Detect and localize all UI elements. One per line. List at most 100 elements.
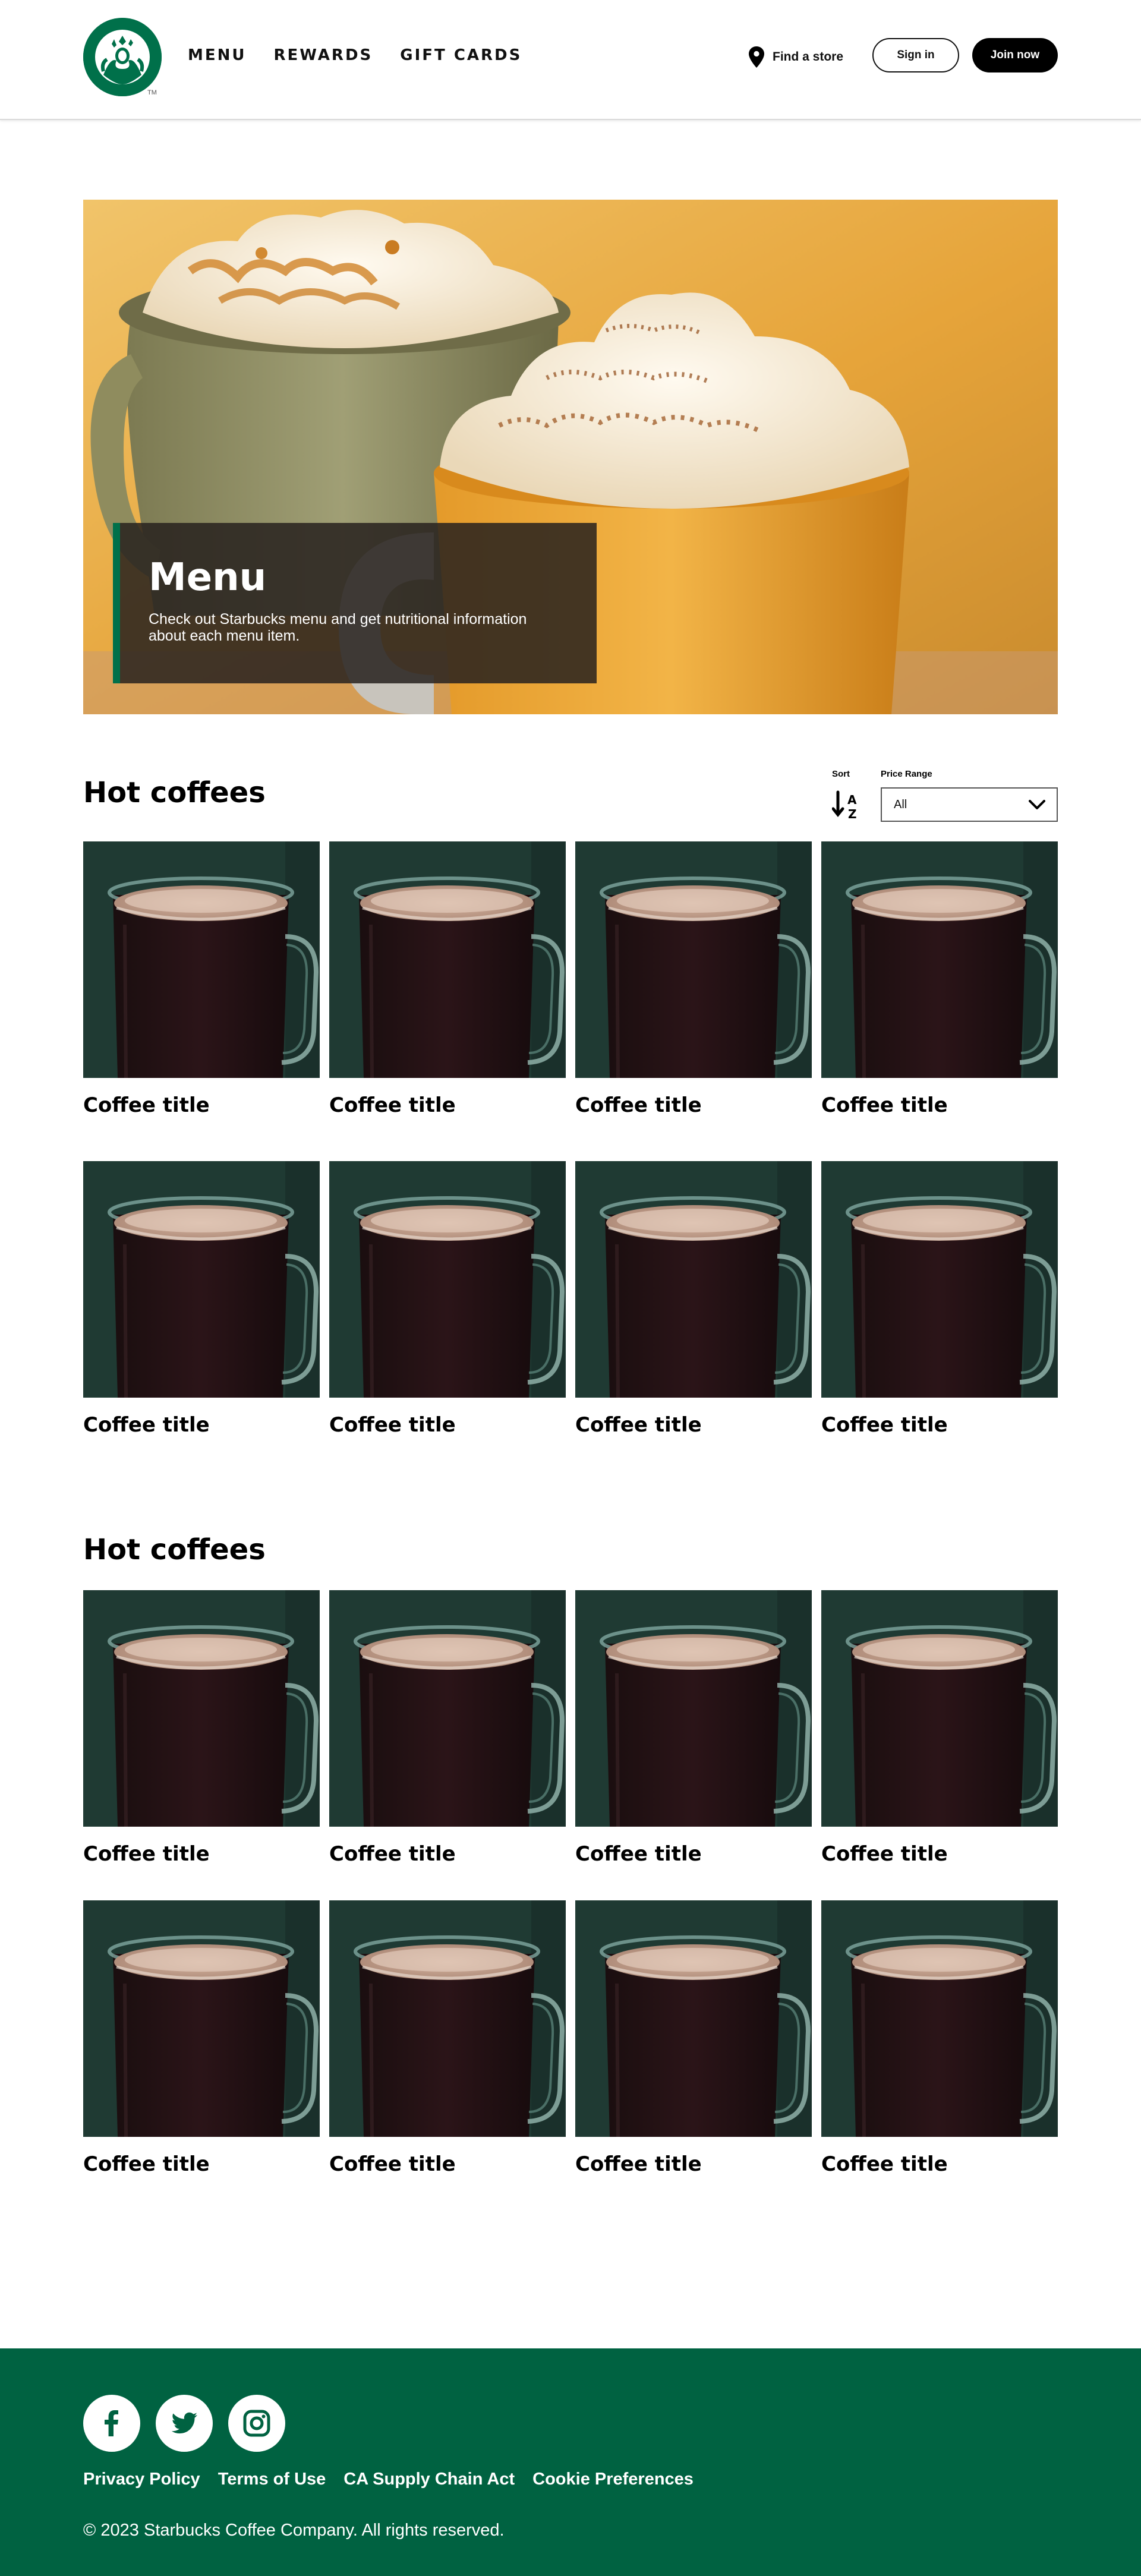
instagram-link[interactable] [228,2395,285,2452]
coffee-mug-icon [821,1590,1058,1827]
coffee-mug-icon [83,841,320,1078]
product-title[interactable]: Coffee title [329,1093,566,1117]
product-card[interactable]: Coffee title [83,1590,320,1866]
twitter-icon [171,2412,197,2434]
price-range-value: All [894,797,907,811]
twitter-link[interactable] [156,2395,213,2452]
coffee-mug-image[interactable] [821,1900,1058,2137]
product-card[interactable]: Coffee title [821,1590,1058,1866]
price-range-select[interactable]: All [881,787,1058,822]
coffee-mug-icon [83,1161,320,1398]
sign-in-button[interactable]: Sign in [872,38,959,72]
coffee-mug-image[interactable] [575,1900,812,2137]
product-grid-1: Coffee title Coffee title Coffee title C… [83,841,1058,1117]
main-nav: MENU REWARDS GIFT CARDS [188,46,522,64]
coffee-mug-icon [821,841,1058,1078]
facebook-icon [105,2410,118,2436]
product-title[interactable]: Coffee title [83,1413,320,1437]
product-card[interactable]: Coffee title [83,841,320,1117]
svg-text:Z: Z [848,807,857,821]
coffee-mug-icon [329,1900,566,2137]
product-grid-1b: Coffee title Coffee title Coffee title C… [83,1161,1058,1437]
coffee-mug-image[interactable] [575,1590,812,1827]
hero-title: Menu [149,556,267,600]
chevron-down-icon [1029,800,1045,809]
social-links [83,2395,285,2452]
product-title[interactable]: Coffee title [83,1093,320,1117]
coffee-mug-image[interactable] [83,841,320,1078]
product-title[interactable]: Coffee title [329,1413,566,1437]
coffee-mug-image[interactable] [329,1590,566,1827]
product-title[interactable]: Coffee title [821,1413,1058,1437]
section-title-hot-coffees: Hot coffees [83,776,266,809]
cookie-preferences-link[interactable]: Cookie Preferences [532,2470,694,2489]
find-store-link[interactable]: Find a store [749,46,843,68]
product-title[interactable]: Coffee title [575,1842,812,1866]
coffee-mug-image[interactable] [821,841,1058,1078]
copyright-text: © 2023 Starbucks Coffee Company. All rig… [83,2521,505,2540]
product-title[interactable]: Coffee title [83,2152,320,2176]
coffee-mug-image[interactable] [329,841,566,1078]
product-card[interactable]: Coffee title [575,1900,812,2176]
coffee-mug-image[interactable] [575,841,812,1078]
product-card[interactable]: Coffee title [821,841,1058,1117]
nav-item-menu[interactable]: MENU [188,46,247,64]
coffee-mug-icon [821,1900,1058,2137]
product-card[interactable]: Coffee title [821,1161,1058,1437]
product-card[interactable]: Coffee title [575,1161,812,1437]
sort-az-icon[interactable]: A Z [831,790,863,821]
coffee-mug-icon [575,1900,812,2137]
coffee-mug-image[interactable] [329,1161,566,1398]
terms-of-use-link[interactable]: Terms of Use [218,2470,326,2489]
product-card[interactable]: Coffee title [329,1161,566,1437]
coffee-mug-icon [575,1590,812,1827]
ca-supply-chain-act-link[interactable]: CA Supply Chain Act [343,2470,515,2489]
site-header: TM MENU REWARDS GIFT CARDS Find a store … [0,0,1141,120]
sort-control: Sort A Z [831,769,863,824]
join-now-button[interactable]: Join now [972,38,1058,72]
product-card[interactable]: Coffee title [575,1590,812,1866]
product-grid-2: Coffee title Coffee title Coffee title C… [83,1590,1058,1866]
starbucks-logo[interactable] [83,18,162,96]
coffee-mug-image[interactable] [83,1161,320,1398]
menu-hero-banner: Menu Check out Starbucks menu and get nu… [83,200,1058,714]
product-title[interactable]: Coffee title [575,1093,812,1117]
product-title[interactable]: Coffee title [575,1413,812,1437]
nav-item-gift-cards[interactable]: GIFT CARDS [400,46,522,64]
coffee-mug-image[interactable] [329,1900,566,2137]
product-card[interactable]: Coffee title [821,1900,1058,2176]
find-store-label: Find a store [773,50,844,64]
price-range-filter: Price Range All [881,769,1058,822]
coffee-mug-icon [575,841,812,1078]
facebook-link[interactable] [83,2395,140,2452]
coffee-mug-icon [83,1590,320,1827]
coffee-mug-icon [329,1590,566,1827]
coffee-mug-icon [83,1900,320,2137]
privacy-policy-link[interactable]: Privacy Policy [83,2470,200,2489]
coffee-mug-image[interactable] [821,1161,1058,1398]
product-title[interactable]: Coffee title [575,2152,812,2176]
product-title[interactable]: Coffee title [821,1093,1058,1117]
coffee-mug-image[interactable] [83,1590,320,1827]
product-card[interactable]: Coffee title [83,1900,320,2176]
product-title[interactable]: Coffee title [329,2152,566,2176]
product-title[interactable]: Coffee title [821,1842,1058,1866]
nav-item-rewards[interactable]: REWARDS [274,46,373,64]
coffee-mug-image[interactable] [83,1900,320,2137]
site-footer: Privacy Policy Terms of Use CA Supply Ch… [0,2348,1141,2576]
hero-subtitle: Check out Starbucks menu and get nutriti… [149,611,527,644]
product-title[interactable]: Coffee title [821,2152,1058,2176]
location-pin-icon [749,46,764,68]
product-card[interactable]: Coffee title [575,841,812,1117]
coffee-mug-image[interactable] [575,1161,812,1398]
product-card[interactable]: Coffee title [329,841,566,1117]
coffee-mug-icon [329,841,566,1078]
product-title[interactable]: Coffee title [329,1842,566,1866]
hero-caption: Menu Check out Starbucks menu and get nu… [113,523,597,683]
product-title[interactable]: Coffee title [83,1842,320,1866]
coffee-mug-image[interactable] [821,1590,1058,1827]
product-card[interactable]: Coffee title [83,1161,320,1437]
coffee-mug-icon [329,1161,566,1398]
product-card[interactable]: Coffee title [329,1590,566,1866]
product-card[interactable]: Coffee title [329,1900,566,2176]
